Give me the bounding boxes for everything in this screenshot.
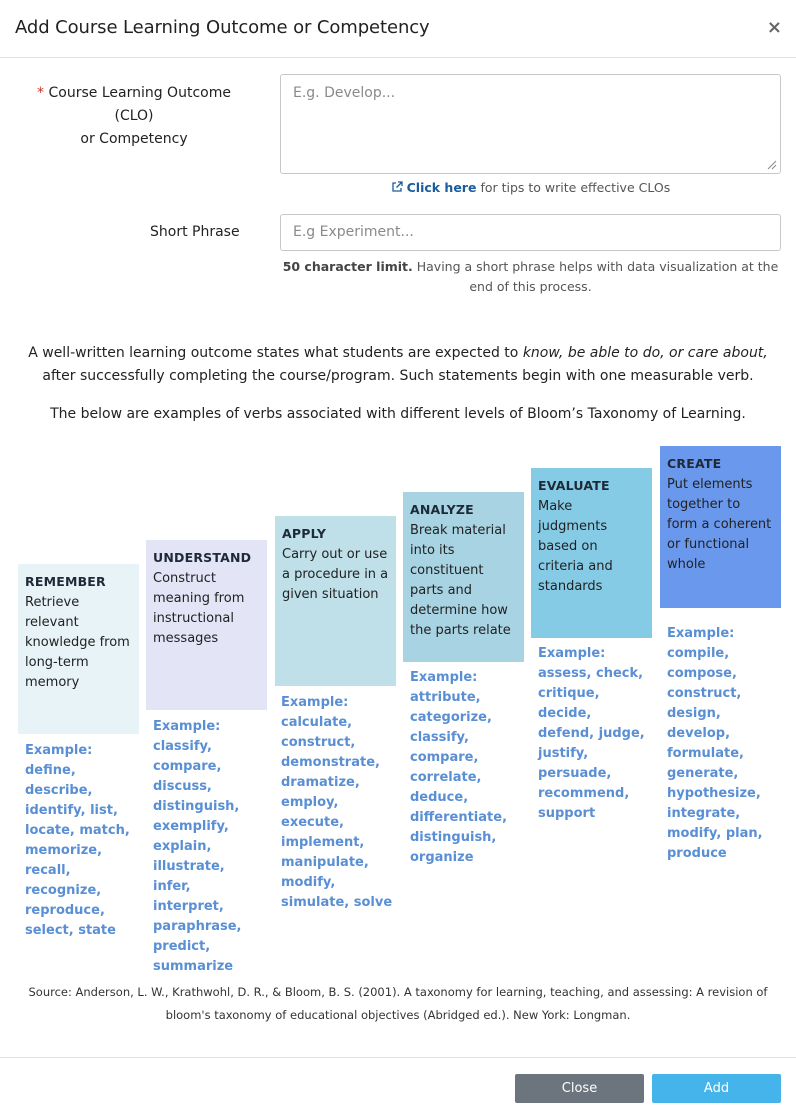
level-example-remember: Example: define, describe, identify, lis… (25, 743, 130, 938)
close-icon[interactable]: × (767, 18, 782, 38)
level-box-evaluate: EVALUATE Make judgments based on criteri… (531, 468, 652, 638)
level-box-analyze: ANALYZE Break material into its constitu… (403, 492, 524, 662)
char-limit: 50 character limit. (282, 259, 413, 274)
intro-text-pre: A well-written learning outcome states w… (28, 345, 519, 361)
intro-text-post: after successfully completing the course… (42, 368, 754, 384)
short-phrase-input[interactable]: E.g Experiment... (280, 214, 781, 251)
intro-text-em: know, be able to do, or care about, (522, 345, 768, 361)
clo-placeholder: E.g. Develop... (293, 85, 396, 101)
level-box-apply: APPLY Carry out or use a procedure in a … (275, 516, 396, 686)
level-name: CREATE (667, 456, 722, 471)
short-phrase-help: 50 character limit. Having a short phras… (280, 257, 781, 297)
clo-label-line2: or Competency (80, 131, 188, 147)
level-desc: Construct meaning from instructional mes… (153, 571, 245, 646)
level-name: ANALYZE (410, 502, 474, 517)
clo-label-line1: Course Learning Outcome (CLO) (48, 85, 231, 124)
required-mark: * (37, 85, 45, 101)
level-name: EVALUATE (538, 478, 610, 493)
modal-header: Add Course Learning Outcome or Competenc… (0, 0, 796, 58)
level-desc: Retrieve relevant knowledge from long-te… (25, 595, 130, 690)
level-desc: Put elements together to form a coherent… (667, 477, 772, 572)
level-box-understand: UNDERSTAND Construct meaning from instru… (146, 540, 267, 710)
intro-paragraph: A well-written learning outcome states w… (20, 342, 776, 388)
level-desc: Break material into its constituent part… (410, 523, 511, 638)
level-example-evaluate: Example: assess, check, critique, decide… (538, 646, 645, 821)
level-name: APPLY (282, 526, 327, 541)
level-example-apply: Example: calculate, construct, demonstra… (281, 695, 393, 910)
level-box-create: CREATE Put elements together to form a c… (660, 446, 781, 608)
short-phrase-placeholder: E.g Experiment... (293, 224, 414, 240)
external-link-icon[interactable] (391, 181, 407, 195)
tips-text: for tips to write effective CLOs (480, 180, 671, 195)
tips-link[interactable]: Click here (407, 180, 477, 195)
short-phrase-label: Short Phrase (150, 224, 240, 240)
level-box-remember: REMEMBER Retrieve relevant knowledge fro… (18, 564, 139, 734)
add-button[interactable]: Add (652, 1074, 781, 1103)
blooms-intro: The below are examples of verbs associat… (50, 406, 746, 422)
resize-grip-icon[interactable] (767, 160, 777, 170)
level-example-analyze: Example: attribute, categorize, classify… (410, 670, 508, 865)
level-desc: Carry out or use a procedure in a given … (282, 547, 389, 602)
close-button[interactable]: Close (515, 1074, 644, 1103)
short-help-text: Having a short phrase helps with data vi… (416, 259, 779, 294)
modal-title: Add Course Learning Outcome or Competenc… (15, 17, 430, 38)
level-name: REMEMBER (25, 574, 106, 589)
clo-tips: Click here for tips to write effective C… (280, 180, 781, 195)
level-example-understand: Example: classify, compare, discuss, dis… (153, 719, 242, 974)
level-name: UNDERSTAND (153, 550, 252, 565)
source-citation: Source: Anderson, L. W., Krathwohl, D. R… (28, 985, 768, 1022)
clo-textarea[interactable]: E.g. Develop... (280, 74, 781, 174)
level-example-create: Example: compile, compose, construct, de… (667, 626, 763, 861)
clo-label: * Course Learning Outcome (CLO) or Compe… (16, 82, 252, 151)
level-desc: Make judgments based on criteria and sta… (538, 499, 613, 594)
